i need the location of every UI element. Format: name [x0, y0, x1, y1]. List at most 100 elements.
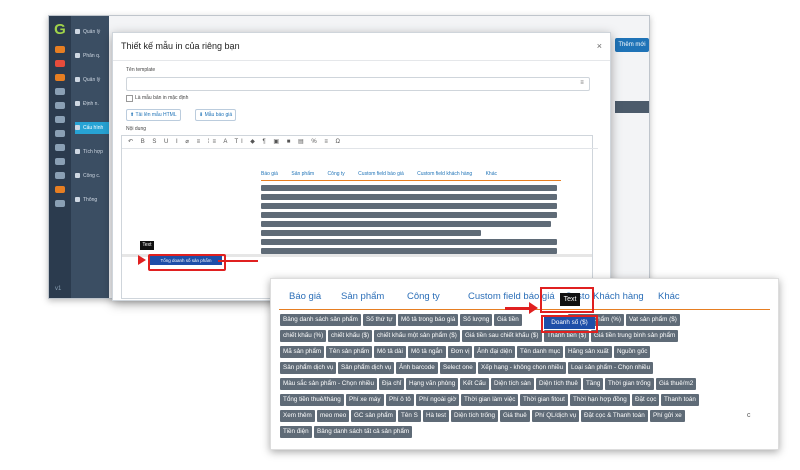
small-tag-row[interactable] — [261, 194, 557, 200]
tag-item[interactable]: Nguồn gốc — [614, 346, 651, 358]
tag-item[interactable]: Hà test — [423, 410, 449, 422]
rail-icon-12[interactable] — [55, 200, 65, 207]
tag-item[interactable]: Bảng danh sách tất cả sản phẩm — [314, 426, 413, 438]
tag-item[interactable]: chiết khấu (%) — [280, 330, 327, 342]
menu-item-2[interactable]: Phân q. — [75, 50, 109, 62]
editor-toolbar[interactable]: ↶ B S U I ⌀ ≡ ⁞≡ A Tl ◆ ¶ ▣ ■ ▤ % ≡ Ω — [122, 136, 598, 149]
rail-icon-11[interactable] — [55, 186, 65, 193]
tag-item[interactable]: Sản phẩm dịch vụ — [280, 362, 337, 374]
tag-item[interactable]: Diện tích thuê — [536, 378, 581, 390]
menu-item-5[interactable]: Cấu hình — [75, 122, 109, 134]
rail-icon-7[interactable] — [55, 130, 65, 137]
tag-item[interactable]: Kết Cấu — [460, 378, 489, 390]
tag-item[interactable]: Đơn vị — [448, 346, 473, 358]
sample-quote-button[interactable]: ⬇ Mẫu báo giá — [195, 109, 237, 121]
tag-item[interactable]: Hạng văn phòng — [406, 378, 459, 390]
tab-khach-hang[interactable]: Khách hàng — [593, 291, 644, 302]
tag-item[interactable]: Thời gian trống — [605, 378, 654, 390]
tag-item[interactable]: Mã sản phẩm — [280, 346, 325, 358]
tag-item[interactable]: Đặt cọc — [632, 394, 660, 406]
tag-item[interactable]: Thanh toán — [661, 394, 699, 406]
tag-item[interactable]: Tầng — [583, 378, 604, 390]
small-tab[interactable]: Công ty — [328, 171, 345, 177]
tag-item[interactable]: Màu sắc sản phẩm - Chọn nhiều — [280, 378, 378, 390]
tag-item[interactable]: Ảnh barcode — [396, 362, 438, 374]
menu-item-7[interactable]: Công c. — [75, 170, 109, 182]
tag-item[interactable]: Thời gian fitout — [520, 394, 568, 406]
small-tag-row[interactable] — [261, 248, 557, 254]
small-tag-row[interactable] — [261, 239, 557, 245]
upload-html-button[interactable]: ⬆ Tải lên mẫu HTML — [126, 109, 181, 121]
tag-item[interactable]: Phí ngoài giờ — [416, 394, 460, 406]
close-icon[interactable]: × — [597, 41, 602, 51]
tag-item[interactable]: Phí xe máy — [346, 394, 384, 406]
tab-cong-ty[interactable]: Công ty — [407, 291, 440, 302]
tag-item[interactable]: Vat sản phẩm ($) — [626, 314, 680, 326]
tag-item[interactable]: Số lượng — [460, 314, 493, 326]
tag-item[interactable]: chiết khấu một sản phẩm ($) — [374, 330, 460, 342]
tag-item[interactable]: Thời hạn hợp đồng — [570, 394, 630, 406]
tag-item[interactable]: Mô tả trong báo giá — [398, 314, 459, 326]
menu-item-3[interactable]: Quản lý — [75, 74, 109, 86]
small-tab[interactable]: Báo giá — [261, 171, 278, 177]
small-tab[interactable]: Khác — [486, 171, 497, 177]
tag-item[interactable]: Phí gửi xe — [650, 410, 685, 422]
tag-item[interactable]: Ảnh đại diện — [474, 346, 516, 358]
tag-item[interactable]: Tên S — [398, 410, 421, 422]
tag-item[interactable]: Địa chỉ — [379, 378, 405, 390]
tag-item[interactable]: Tiền điện — [280, 426, 312, 438]
rail-icon-6[interactable] — [55, 116, 65, 123]
tag-item[interactable]: Phí ô tô — [386, 394, 414, 406]
tag-item[interactable]: chiết khấu ($) — [328, 330, 373, 342]
small-tab[interactable]: Sản phẩm — [291, 171, 314, 177]
rail-icon-4[interactable] — [55, 88, 65, 95]
add-new-button[interactable]: Thêm mới — [615, 38, 649, 52]
tag-item[interactable]: Xem thêm — [280, 410, 315, 422]
tag-item[interactable]: Hãng sản xuất — [565, 346, 612, 358]
small-tag-row[interactable] — [261, 230, 481, 236]
tag-item[interactable]: Bảng danh sách sản phẩm — [280, 314, 361, 326]
tag-item[interactable]: Đặt cọc & Thanh toán — [581, 410, 648, 422]
small-highlighted-tag[interactable]: Tổng doanh số sản phẩm — [150, 256, 222, 265]
menu-item-6[interactable]: Tích hợp — [75, 146, 109, 158]
rail-icon-1[interactable] — [55, 46, 65, 53]
tag-item[interactable]: Mô tả ngắn — [408, 346, 446, 358]
tag-item[interactable]: Tên danh mục — [517, 346, 564, 358]
menu-item-1[interactable]: Quản lý — [75, 26, 109, 38]
menu-icon[interactable]: ≡ — [576, 77, 588, 89]
template-name-input[interactable] — [126, 77, 590, 91]
tag-item[interactable]: Tên sản phẩm — [326, 346, 373, 358]
tag-item[interactable]: Thời gian làm việc — [461, 394, 519, 406]
rail-icon-9[interactable] — [55, 158, 65, 165]
tag-item[interactable]: Giá thuê/m2 — [656, 378, 697, 390]
tag-item[interactable]: Mô tả dài — [374, 346, 406, 358]
tag-item[interactable]: Phí QL/dịch vụ — [532, 410, 580, 422]
tab-san-pham[interactable]: Sản phẩm — [341, 291, 384, 302]
tag-item[interactable]: Giá tiền sau chiết khấu ($) — [462, 330, 542, 342]
small-tag-row[interactable] — [261, 203, 557, 209]
tag-item[interactable]: Xếp hạng - không chọn nhiều — [478, 362, 567, 374]
tag-item[interactable]: Diện tích sàn — [491, 378, 534, 390]
tag-item[interactable]: Tổng tiền thuê/tháng — [280, 394, 344, 406]
rail-icon-5[interactable] — [55, 102, 65, 109]
tag-item[interactable]: meo meo — [317, 410, 350, 422]
small-tag-row[interactable] — [261, 212, 557, 218]
small-tab[interactable]: Custom field báo giá — [358, 171, 404, 177]
small-tag-row[interactable] — [261, 221, 551, 227]
tag-item[interactable]: Diện tích trống — [451, 410, 498, 422]
default-checkbox[interactable] — [126, 95, 133, 102]
menu-item-8[interactable]: Thông — [75, 194, 109, 206]
tag-item[interactable]: Giá thuê — [500, 410, 530, 422]
rail-icon-2[interactable] — [55, 60, 65, 67]
rail-icon-10[interactable] — [55, 172, 65, 179]
tag-item[interactable]: Số thứ tự — [363, 314, 396, 326]
tag-item[interactable]: GC sản phẩm — [351, 410, 396, 422]
rail-icon-3[interactable] — [55, 74, 65, 81]
tag-item[interactable]: Giá tiền — [494, 314, 522, 326]
rail-icon-8[interactable] — [55, 144, 65, 151]
tag-item[interactable]: Giá tiền trung bình sản phẩm — [591, 330, 679, 342]
tab-khac[interactable]: Khác — [658, 291, 680, 302]
tag-item[interactable]: Loại sản phẩm - Chọn nhiều — [568, 362, 654, 374]
tag-item[interactable]: Sản phẩm dịch vụ — [338, 362, 395, 374]
menu-item-4[interactable]: Định n. — [75, 98, 109, 110]
